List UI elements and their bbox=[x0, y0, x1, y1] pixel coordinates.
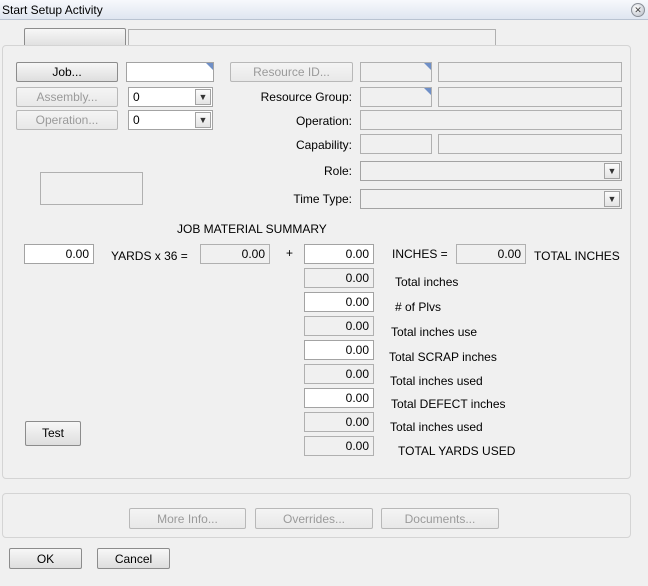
operation-label: Operation: bbox=[295, 114, 352, 128]
more-info-button: More Info... bbox=[129, 508, 246, 529]
time-type-label: Time Type: bbox=[293, 192, 352, 206]
inches-label: INCHES = bbox=[392, 247, 448, 261]
scrap-inches-label: Total SCRAP inches bbox=[389, 350, 497, 364]
material-heading: JOB MATERIAL SUMMARY bbox=[177, 222, 327, 236]
resource-group-label: Resource Group: bbox=[260, 90, 352, 104]
inches-input[interactable]: 0.00 bbox=[304, 244, 374, 264]
operation-field bbox=[360, 110, 622, 130]
total-inches-used-2-field: 0.00 bbox=[304, 412, 374, 432]
assembly-button: Assembly... bbox=[16, 87, 118, 107]
resource-group-description bbox=[438, 87, 622, 107]
job-button[interactable]: Job... bbox=[16, 62, 118, 82]
total-yards-used-label: TOTAL YARDS USED bbox=[398, 444, 516, 458]
total-inches-field: 0.00 bbox=[304, 268, 374, 288]
window-title: Start Setup Activity bbox=[2, 3, 103, 17]
operation-value: 0 bbox=[133, 113, 140, 127]
total-inches-value: 0.00 bbox=[456, 244, 526, 264]
close-icon[interactable]: ✕ bbox=[631, 3, 645, 17]
cancel-button[interactable]: Cancel bbox=[97, 548, 170, 569]
operation-button: Operation... bbox=[16, 110, 118, 130]
scrap-inches-input[interactable]: 0.00 bbox=[304, 340, 374, 360]
total-inches-used-label: Total inches used bbox=[390, 374, 483, 388]
capability-input[interactable] bbox=[360, 134, 432, 154]
resource-group-input[interactable] bbox=[360, 87, 432, 107]
resource-id-button: Resource ID... bbox=[230, 62, 353, 82]
role-select[interactable]: ▼ bbox=[360, 161, 622, 181]
total-yards-used-field: 0.00 bbox=[304, 436, 374, 456]
title-bar: Start Setup Activity ✕ bbox=[0, 0, 648, 20]
resource-id-description bbox=[438, 62, 622, 82]
defect-inches-label: Total DEFECT inches bbox=[391, 397, 506, 411]
assembly-value: 0 bbox=[133, 90, 140, 104]
plus-sign: + bbox=[286, 246, 294, 260]
total-inches-row-label: Total inches bbox=[395, 275, 459, 289]
total-inches-used-field: 0.00 bbox=[304, 364, 374, 384]
total-inches-use-label: Total inches use bbox=[391, 325, 478, 339]
plvs-label: # of Plvs bbox=[395, 300, 442, 314]
defect-inches-input[interactable]: 0.00 bbox=[304, 388, 374, 408]
job-input[interactable] bbox=[126, 62, 214, 82]
yards-label: YARDS x 36 = bbox=[111, 249, 188, 263]
plvs-input[interactable]: 0.00 bbox=[304, 292, 374, 312]
chevron-down-icon[interactable]: ▼ bbox=[604, 163, 620, 179]
yards-input[interactable]: 0.00 bbox=[24, 244, 94, 264]
capability-label: Capability: bbox=[295, 138, 352, 152]
role-label: Role: bbox=[323, 164, 352, 178]
image-placeholder bbox=[40, 172, 143, 205]
resource-id-input[interactable] bbox=[360, 62, 432, 82]
yards-result: 0.00 bbox=[200, 244, 270, 264]
documents-button: Documents... bbox=[381, 508, 499, 529]
ok-button[interactable]: OK bbox=[9, 548, 82, 569]
chevron-down-icon[interactable]: ▼ bbox=[604, 191, 620, 207]
test-button[interactable]: Test bbox=[25, 421, 81, 446]
overrides-button: Overrides... bbox=[255, 508, 373, 529]
time-type-select[interactable]: ▼ bbox=[360, 189, 622, 209]
total-inches-label: TOTAL INCHES bbox=[534, 249, 620, 263]
total-inches-use-field: 0.00 bbox=[304, 316, 374, 336]
capability-description bbox=[438, 134, 622, 154]
total-inches-used-2-label: Total inches used bbox=[390, 420, 483, 434]
